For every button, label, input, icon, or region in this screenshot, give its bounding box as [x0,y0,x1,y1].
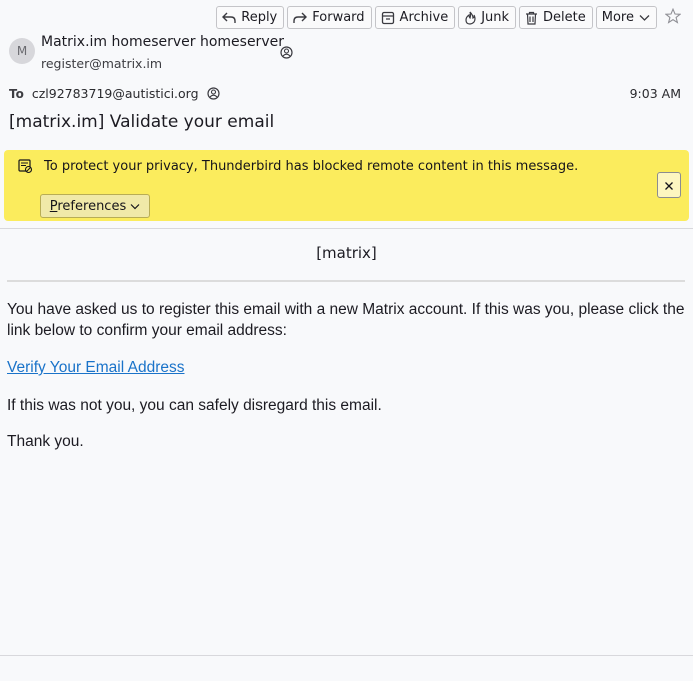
email-brand-heading: [matrix] [316,244,377,262]
chevron-down-icon [639,14,650,22]
forward-icon [293,11,308,24]
message-time: 9:03 AM [629,86,681,101]
recipient-address[interactable]: czl92783719@autistici.org [32,86,199,101]
reply-icon [222,11,236,24]
verify-email-link[interactable]: Verify Your Email Address [7,357,185,378]
archive-icon [381,11,395,25]
pane-bottom-border [0,655,693,656]
email-paragraph-intro: You have asked us to register this email… [7,301,685,339]
archive-button[interactable]: Archive [374,6,456,29]
add-contact-icon[interactable] [206,87,220,100]
email-paragraph-thanks: Thank you. [7,433,84,450]
delete-button[interactable]: Delete [519,6,593,29]
sender-address[interactable]: register@matrix.im [41,56,162,71]
reply-button[interactable]: Reply [216,6,285,29]
blocked-content-icon [18,159,33,178]
junk-button[interactable]: Junk [458,6,517,29]
add-contact-icon[interactable] [280,44,293,63]
close-notification-button[interactable] [657,172,681,198]
recipient-row: To czl92783719@autistici.org [9,86,220,101]
email-rule [7,280,685,282]
chevron-down-icon [130,199,140,214]
email-paragraph-disregard: If this was not you, you can safely disr… [7,397,382,414]
forward-label: Forward [312,10,365,25]
delete-label: Delete [543,10,586,25]
archive-label: Archive [399,10,449,25]
message-subject: [matrix.im] Validate your email [9,112,275,132]
notification-text: To protect your privacy, Thunderbird has… [44,159,579,174]
more-label: More [601,10,634,25]
preferences-button[interactable]: Preferences [40,194,150,218]
more-button[interactable]: More [595,6,657,29]
message-header: Reply Forward Archive Junk Delete More M… [0,0,693,226]
sender-name[interactable]: Matrix.im homeserver homeserver [41,34,284,50]
to-label: To [9,86,24,101]
junk-label: Junk [481,10,510,25]
preferences-label-rest: references [57,198,127,214]
preferences-label: Preferences [50,199,126,214]
forward-button[interactable]: Forward [287,6,372,29]
junk-flame-icon [464,11,476,25]
close-icon [664,176,674,195]
reply-label: Reply [241,10,278,25]
remote-content-notification: To protect your privacy, Thunderbird has… [4,150,689,221]
message-toolbar: Reply Forward Archive Junk Delete More [216,6,657,29]
star-icon[interactable] [664,7,682,28]
trash-icon [525,11,538,25]
header-divider [0,228,693,229]
sender-avatar: M [9,38,35,64]
